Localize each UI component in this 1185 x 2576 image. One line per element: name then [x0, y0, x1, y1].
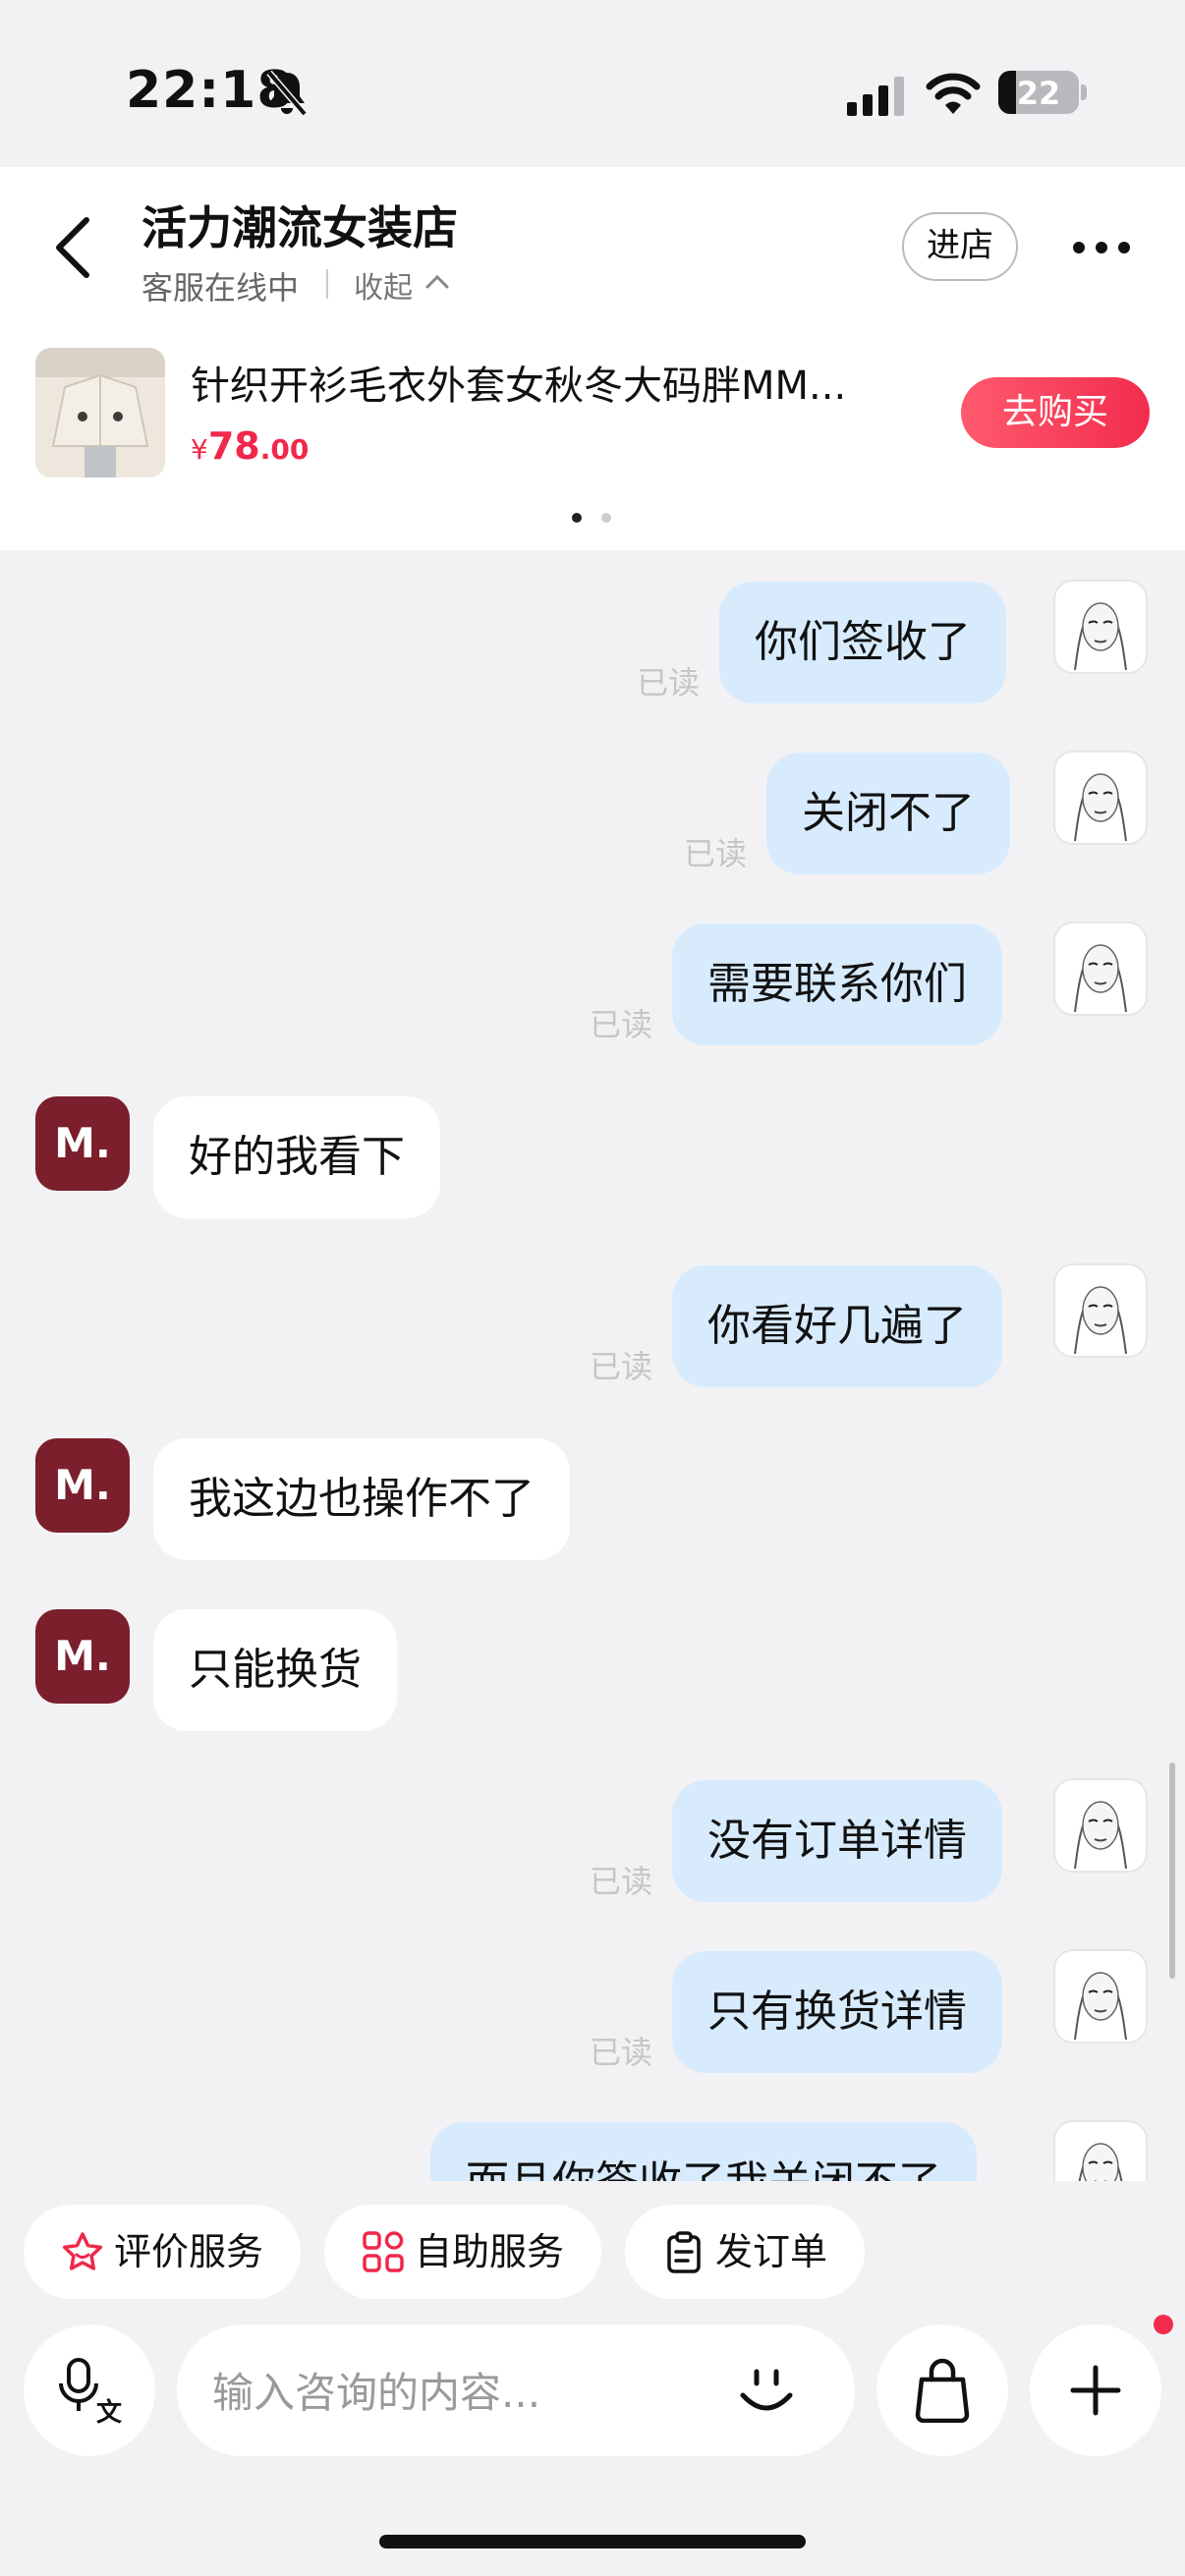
cellular-signal-icon [847, 77, 904, 116]
my-message-bubble[interactable]: 你们签收了 [719, 582, 1006, 703]
more-options-button[interactable] [1030, 2324, 1161, 2456]
home-indicator[interactable] [379, 2535, 806, 2548]
shopping-bag-button[interactable] [876, 2324, 1008, 2456]
product-thumbnail[interactable] [35, 348, 165, 477]
grid-icon [363, 2231, 404, 2272]
read-receipt: 已读 [684, 835, 748, 872]
back-icon[interactable] [49, 214, 100, 281]
my-avatar[interactable] [1053, 2120, 1148, 2181]
read-receipt: 已读 [590, 1006, 653, 1043]
enter-store-button[interactable]: 进店 [902, 212, 1018, 281]
my-message-bubble[interactable]: 关闭不了 [766, 753, 1010, 874]
notification-dot [1154, 2315, 1173, 2334]
my-avatar[interactable] [1053, 1949, 1148, 2044]
agent-avatar[interactable]: M. [35, 1609, 130, 1704]
battery-level: 22 [1016, 75, 1061, 112]
read-receipt: 已读 [590, 1863, 653, 1900]
voice-input-button[interactable]: 文 [24, 2324, 155, 2456]
chip-label: 自助服务 [415, 2230, 565, 2273]
carousel-dot[interactable] [601, 513, 611, 523]
my-message-bubble[interactable]: 没有订单详情 [672, 1780, 1002, 1902]
more-icon[interactable] [1071, 236, 1132, 259]
star-icon [62, 2232, 103, 2270]
input-placeholder: 输入咨询的内容... [212, 2369, 541, 2417]
read-receipt: 已读 [637, 664, 701, 701]
read-receipt: 已读 [590, 1348, 653, 1385]
agent-message-bubble[interactable]: 好的我看下 [153, 1096, 440, 1218]
price-currency: ¥ [191, 433, 208, 466]
product-title[interactable]: 针织开衫毛衣外套女秋冬大码胖MM... [191, 354, 898, 411]
clipboard-icon [667, 2231, 701, 2273]
shop-name[interactable]: 活力潮流女装店 [141, 193, 458, 257]
chevron-up-icon[interactable] [424, 271, 450, 293]
rate-service-chip[interactable]: 评价服务 [24, 2205, 301, 2299]
carousel-dot-active[interactable] [572, 513, 582, 523]
service-status: 客服在线中 [141, 269, 300, 307]
product-price: ¥78.00 [191, 424, 309, 468]
chat-messages[interactable]: 你们签收了 已读 关闭不了 已读 需要联系你们 已读 M. 好的我看下 你看好几… [0, 550, 1185, 2181]
my-avatar[interactable] [1053, 1263, 1148, 1358]
self-service-chip[interactable]: 自助服务 [324, 2205, 601, 2299]
my-avatar[interactable] [1053, 922, 1148, 1016]
my-avatar[interactable] [1053, 1778, 1148, 1873]
shopping-bag-icon [915, 2358, 970, 2423]
my-message-bubble[interactable]: 只有换货详情 [672, 1951, 1002, 2073]
chip-label: 发订单 [715, 2230, 828, 2273]
scrollbar[interactable] [1169, 1763, 1175, 1979]
my-avatar[interactable] [1053, 580, 1148, 674]
buy-button[interactable]: 去购买 [961, 377, 1150, 448]
microphone-translate-icon: 文 [59, 2358, 123, 2427]
agent-message-bubble[interactable]: 只能换货 [153, 1609, 397, 1731]
collapse-button[interactable]: 收起 [354, 263, 413, 307]
agent-message-bubble[interactable]: 我这边也操作不了 [153, 1438, 570, 1560]
read-receipt: 已读 [590, 2034, 653, 2071]
price-decimal: .00 [259, 433, 310, 466]
send-order-chip[interactable]: 发订单 [625, 2205, 865, 2299]
agent-avatar[interactable]: M. [35, 1096, 130, 1191]
battery-nub [1081, 84, 1087, 100]
wifi-icon [926, 73, 981, 114]
plus-icon [1070, 2365, 1121, 2416]
my-avatar[interactable] [1053, 751, 1148, 845]
price-integer: 78 [207, 424, 260, 468]
my-message-bubble[interactable]: 需要联系你们 [672, 924, 1002, 1045]
agent-avatar[interactable]: M. [35, 1438, 130, 1533]
battery-indicator: 22 [998, 71, 1079, 114]
my-message-bubble[interactable]: 你看好几遍了 [672, 1265, 1002, 1387]
emoji-icon[interactable] [735, 2360, 798, 2423]
my-message-bubble[interactable]: 而且你签收了我关闭不了 [430, 2122, 977, 2181]
message-input[interactable]: 输入咨询的内容... [177, 2324, 855, 2456]
chip-label: 评价服务 [114, 2230, 264, 2273]
svg-text:文: 文 [96, 2397, 123, 2427]
bell-muted-icon [266, 70, 308, 117]
divider [326, 269, 328, 299]
